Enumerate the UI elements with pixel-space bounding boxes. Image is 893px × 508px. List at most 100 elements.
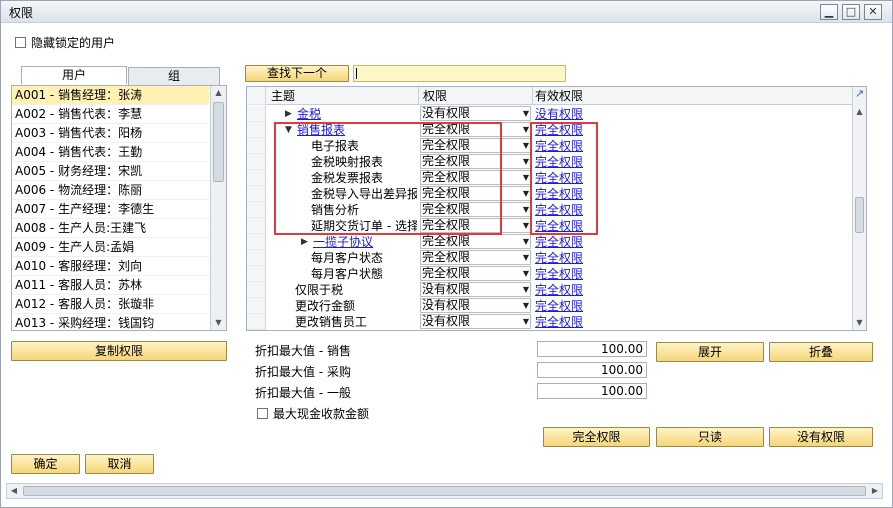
subject-cell[interactable]: 一揽子协议 [313,234,417,250]
user-list-scrollbar[interactable]: ▲ ▼ [210,86,226,330]
row-header[interactable] [247,234,266,250]
read-only-button[interactable]: 只读 [656,427,764,447]
search-input[interactable] [353,65,566,82]
column-header-effective[interactable]: 有效权限 [535,88,583,104]
user-list-item[interactable]: A005 - 财务经理：宋凯 [12,162,209,181]
row-header[interactable] [247,282,266,298]
effective-permission-link[interactable]: 完全权限 [535,298,583,314]
dropdown-arrow-icon[interactable]: ▼ [523,315,529,328]
permission-dropdown[interactable]: 完全权限 ▼ [420,234,531,249]
tab-users[interactable]: 用户 [21,66,127,84]
dropdown-arrow-icon[interactable]: ▼ [523,187,529,200]
grid-row[interactable]: 更改销售员工 没有权限 ▼ 完全权限 [247,314,853,330]
column-header-subject[interactable]: 主题 [271,88,295,104]
dropdown-arrow-icon[interactable]: ▼ [523,123,529,136]
effective-permission-link[interactable]: 完全权限 [535,314,583,330]
row-header[interactable] [247,106,266,122]
grid-row[interactable]: 每月客户状態 完全权限 ▼ 完全权限 [247,266,853,282]
tab-groups[interactable]: 组 [128,67,220,85]
dropdown-arrow-icon[interactable]: ▼ [523,267,529,280]
dropdown-arrow-icon[interactable]: ▼ [523,219,529,232]
dropdown-arrow-icon[interactable]: ▼ [523,139,529,152]
dropdown-arrow-icon[interactable]: ▼ [523,283,529,296]
expand-triangle-icon[interactable]: ▶ [301,234,308,250]
user-list-item[interactable]: A001 - 销售经理：张涛 [12,86,209,105]
permission-dropdown[interactable]: 完全权限 ▼ [420,266,531,281]
user-list-item[interactable]: A008 - 生产人员:王建飞 [12,219,209,238]
row-header[interactable] [247,170,266,186]
effective-permission-link[interactable]: 完全权限 [535,250,583,266]
find-next-button[interactable]: 查找下一个 [245,65,349,82]
max-cash-checkbox[interactable] [257,408,268,419]
user-list-item[interactable]: A003 - 销售代表：阳杨 [12,124,209,143]
dropdown-arrow-icon[interactable]: ▼ [523,171,529,184]
hide-locked-users-checkbox[interactable] [15,37,26,48]
permission-dropdown[interactable]: 没有权限 ▼ [420,298,531,313]
user-list-item[interactable]: A010 - 客服经理：刘向 [12,257,209,276]
expand-button[interactable]: 展开 [656,342,764,362]
dropdown-arrow-icon[interactable]: ▼ [523,203,529,216]
row-header[interactable] [247,154,266,170]
discount-purchase-input[interactable]: 100.00 [537,362,647,378]
user-list-item[interactable]: A004 - 销售代表：王勤 [12,143,209,162]
cancel-button[interactable]: 取消 [85,454,154,474]
scroll-up-icon[interactable]: ▲ [853,105,866,119]
user-list-item[interactable]: A006 - 物流经理：陈丽 [12,181,209,200]
horizontal-scroll-thumb[interactable] [23,486,866,496]
scroll-down-icon[interactable]: ▼ [853,316,866,330]
permission-dropdown[interactable]: 没有权限 ▼ [420,106,531,121]
permission-dropdown[interactable]: 没有权限 ▼ [420,314,531,329]
user-list-item[interactable]: A011 - 客服人员：苏林 [12,276,209,295]
expand-triangle-icon[interactable]: ▶ [285,106,292,122]
user-list-item[interactable]: A002 - 销售代表：李慧 [12,105,209,124]
dropdown-arrow-icon[interactable]: ▼ [523,251,529,264]
copy-permissions-button[interactable]: 复制权限 [11,341,227,361]
minimize-button[interactable]: ▁ [820,4,838,20]
scroll-up-icon[interactable]: ▲ [211,86,226,100]
row-header[interactable] [247,186,266,202]
effective-permission-link[interactable]: 完全权限 [535,282,583,298]
grid-row[interactable]: ▶ 金税 没有权限 ▼ 没有权限 [247,106,853,122]
row-header[interactable] [247,202,266,218]
grid-scrollbar[interactable]: ↗ ▲ ▼ [852,87,866,330]
user-list-item[interactable]: A009 - 生产人员:孟娟 [12,238,209,257]
ok-button[interactable]: 确定 [11,454,80,474]
effective-permission-link[interactable]: 没有权限 [535,106,583,122]
no-permission-button[interactable]: 没有权限 [769,427,873,447]
effective-permission-link[interactable]: 完全权限 [535,234,583,250]
grid-row[interactable]: 仅限于税 没有权限 ▼ 完全权限 [247,282,853,298]
discount-sales-input[interactable]: 100.00 [537,341,647,357]
user-list-item[interactable]: A012 - 客服人员：张璇非 [12,295,209,314]
user-list-item[interactable]: A013 - 采购经理：钱国钧 [12,314,209,330]
row-header[interactable] [247,250,266,266]
expand-arrow-icon[interactable]: ↗ [853,87,866,101]
scroll-left-icon[interactable]: ◀ [7,484,21,498]
maximize-button[interactable]: □ [842,4,860,20]
permission-dropdown[interactable]: 完全权限 ▼ [420,250,531,265]
row-header[interactable] [247,122,266,138]
effective-permission-link[interactable]: 完全权限 [535,266,583,282]
row-header[interactable] [247,314,266,330]
grid-scroll-thumb[interactable] [855,197,864,233]
row-header[interactable] [247,138,266,154]
subject-cell[interactable]: 金税 [297,106,417,122]
window-horizontal-scrollbar[interactable]: ◀ ▶ [6,483,883,499]
dropdown-arrow-icon[interactable]: ▼ [523,235,529,248]
grid-row[interactable]: 更改行金额 没有权限 ▼ 完全权限 [247,298,853,314]
close-button[interactable]: ✕ [864,4,882,20]
row-header[interactable] [247,218,266,234]
permission-dropdown[interactable]: 没有权限 ▼ [420,282,531,297]
scroll-thumb[interactable] [213,102,224,182]
scroll-right-icon[interactable]: ▶ [868,484,882,498]
dropdown-arrow-icon[interactable]: ▼ [523,107,529,120]
row-header[interactable] [247,266,266,282]
grid-row[interactable]: 每月客户状态 完全权限 ▼ 完全权限 [247,250,853,266]
scroll-down-icon[interactable]: ▼ [211,316,226,330]
full-permission-button[interactable]: 完全权限 [543,427,650,447]
collapse-button[interactable]: 折叠 [769,342,873,362]
column-header-permission[interactable]: 权限 [423,88,447,104]
dropdown-arrow-icon[interactable]: ▼ [523,155,529,168]
dropdown-arrow-icon[interactable]: ▼ [523,299,529,312]
row-header[interactable] [247,298,266,314]
discount-general-input[interactable]: 100.00 [537,383,647,399]
